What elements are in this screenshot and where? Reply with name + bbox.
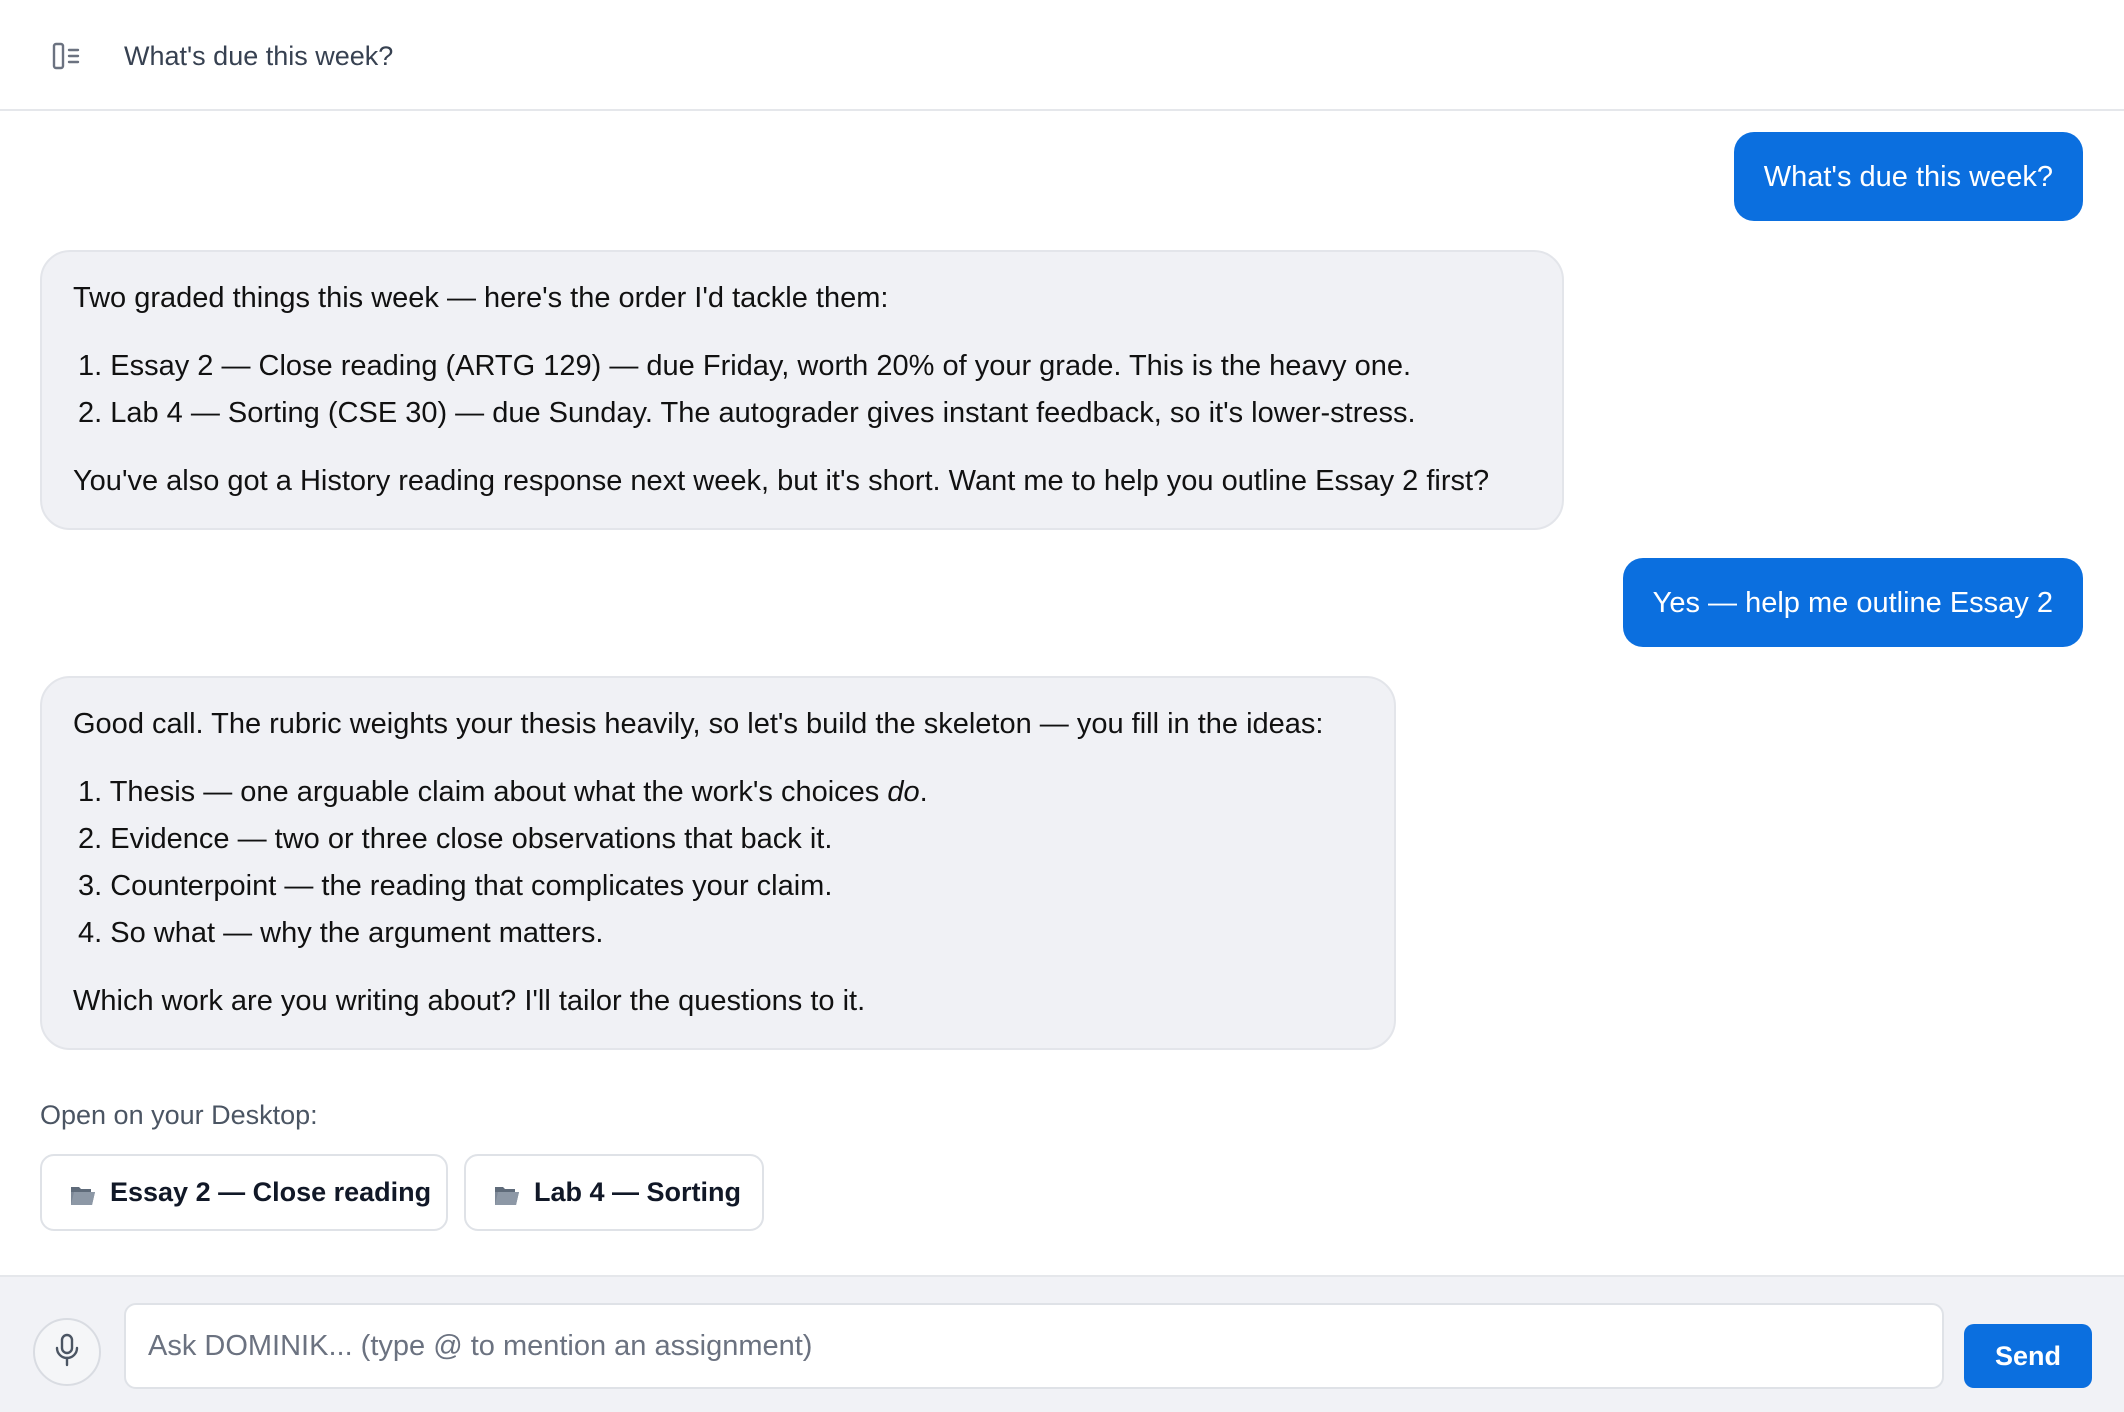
- user-message: What's due this week?: [1733, 132, 2083, 221]
- chat-app: What's due this week? What's due this we…: [0, 0, 2124, 1412]
- composer-bar: Send: [0, 1275, 2124, 1412]
- emphasis-text: do: [887, 776, 920, 808]
- list-item-text: .: [919, 776, 928, 808]
- assistant-message-outro: You've also got a History reading respon…: [73, 465, 1490, 497]
- list-item: 4. So what — why the argument matters.: [78, 917, 604, 949]
- open-essay-2-button[interactable]: Essay 2 — Close reading: [40, 1154, 448, 1231]
- user-message-text: Yes — help me outline Essay 2: [1652, 586, 2053, 619]
- conversation-title: What's due this week?: [124, 41, 394, 71]
- microphone-icon: [54, 1333, 80, 1372]
- list-item: 2. Evidence — two or three close observa…: [78, 823, 833, 855]
- list-item: 1. Essay 2 — Close reading (ARTG 129) — …: [78, 350, 1412, 382]
- assistant-message: Two graded things this week — here's the…: [40, 250, 1564, 530]
- list-item: 3. Counterpoint — the reading that compl…: [78, 870, 833, 902]
- list-item-text: 1. Thesis — one arguable claim about wha…: [78, 776, 888, 808]
- desktop-label: Open on your Desktop:: [40, 1100, 318, 1130]
- chat-header: What's due this week?: [0, 0, 2124, 111]
- send-button[interactable]: Send: [1964, 1324, 2092, 1388]
- chat-input[interactable]: [124, 1303, 1944, 1389]
- open-essay-2-label: Essay 2 — Close reading: [110, 1177, 432, 1207]
- folder-icon: [70, 1182, 96, 1205]
- assistant-message: Good call. The rubric weights your thesi…: [40, 676, 1396, 1050]
- assistant-message-intro: Two graded things this week — here's the…: [73, 282, 889, 314]
- open-lab-4-label: Lab 4 — Sorting: [534, 1177, 742, 1207]
- list-item: 2. Lab 4 — Sorting (CSE 30) — due Sunday…: [78, 397, 1416, 429]
- open-lab-4-button[interactable]: Lab 4 — Sorting: [464, 1154, 764, 1231]
- list-item: 1. Thesis — one arguable claim about wha…: [73, 772, 1364, 812]
- sidebar-toggle-icon[interactable]: [51, 40, 83, 72]
- assistant-message-intro: Good call. The rubric weights your thesi…: [73, 708, 1324, 740]
- microphone-button[interactable]: [33, 1318, 101, 1386]
- assistant-message-outro: Which work are you writing about? I'll t…: [73, 985, 866, 1017]
- assistant-list: 1. Essay 2 — Close reading (ARTG 129) — …: [73, 346, 1532, 433]
- folder-icon: [494, 1182, 520, 1205]
- user-message: Yes — help me outline Essay 2: [1622, 558, 2083, 647]
- user-message-text: What's due this week?: [1763, 160, 2053, 193]
- assistant-list: 1. Thesis — one arguable claim about wha…: [73, 772, 1364, 953]
